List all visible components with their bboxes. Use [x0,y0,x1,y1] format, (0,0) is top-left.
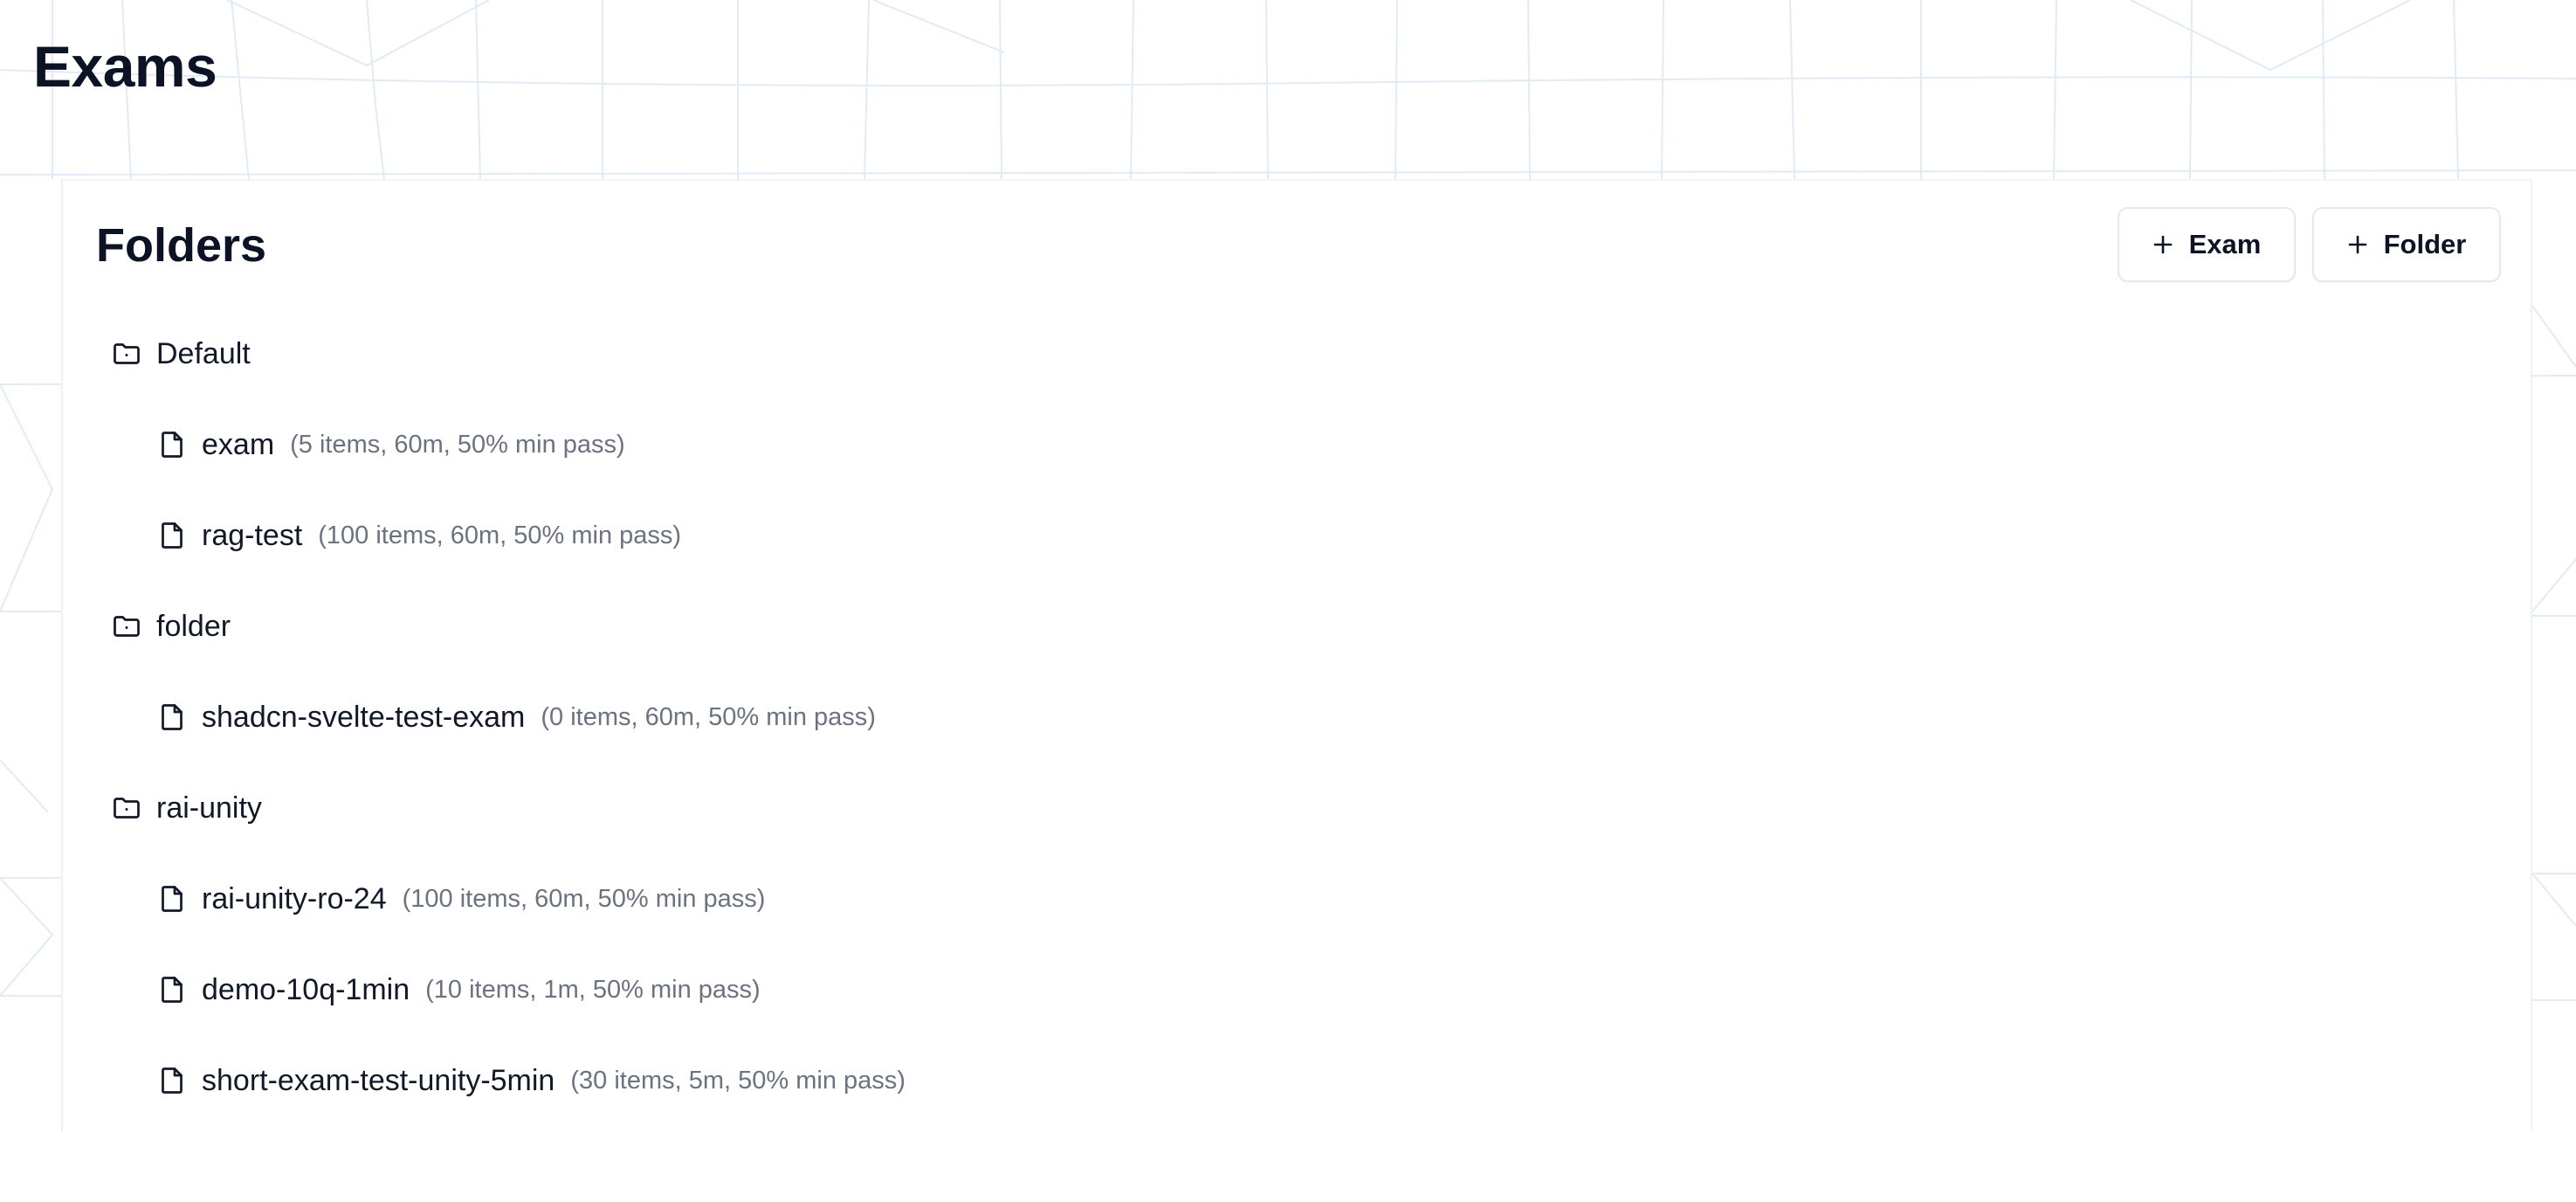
file-icon [162,977,183,1003]
exam-item[interactable]: short-exam-test-unity-5min (30 items, 5m… [156,1058,906,1103]
exam-name: rag-test [202,518,303,552]
exam-name: demo-10q-1min [202,972,410,1006]
plus-icon [2348,235,2366,254]
exam-meta: (0 items, 60m, 50% min pass) [541,702,876,731]
folder-name: folder [156,609,231,643]
exam-name: rai-unity-ro-24 [202,881,387,915]
folder-item-folder[interactable]: folder [111,604,231,649]
exam-meta: (100 items, 60m, 50% min pass) [402,884,766,913]
exam-meta: (5 items, 60m, 50% min pass) [290,430,625,459]
folder-name: rai-unity [156,791,262,825]
card-title: Folders [96,219,267,272]
exam-meta: (100 items, 60m, 50% min pass) [318,521,682,549]
page-title: Exams [33,34,217,99]
exam-item[interactable]: shadcn-svelte-test-exam (0 items, 60m, 5… [156,694,876,740]
exam-meta: (30 items, 5m, 50% min pass) [570,1066,906,1095]
folder-item-rai-unity[interactable]: rai-unity [111,785,262,831]
file-icon [162,886,183,912]
folder-icon [114,343,140,364]
exam-item[interactable]: exam (5 items, 60m, 50% min pass) [156,422,625,467]
plus-icon [2153,235,2172,254]
exam-name: exam [202,427,275,461]
folder-item-default[interactable]: Default [111,331,251,376]
exam-name: shadcn-svelte-test-exam [202,700,526,734]
file-icon [162,432,183,458]
exam-name: short-exam-test-unity-5min [202,1063,555,1097]
file-icon [162,522,183,549]
add-folder-button[interactable]: Folder [2312,207,2501,282]
folder-name: Default [156,336,251,370]
add-folder-label: Folder [2383,229,2467,259]
add-exam-label: Exam [2188,229,2262,259]
file-icon [162,1067,183,1094]
exam-item[interactable]: rai-unity-ro-24 (100 items, 60m, 50% min… [156,876,765,922]
folder-icon [114,616,140,637]
file-icon [162,704,183,730]
exam-item[interactable]: rag-test (100 items, 60m, 50% min pass) [156,513,681,558]
exam-meta: (10 items, 1m, 50% min pass) [425,975,761,1004]
folder-icon [114,798,140,819]
add-exam-button[interactable]: Exam [2118,207,2296,282]
folders-card: Folders Exam Folder Default exam (5 item… [61,179,2532,1131]
exam-item[interactable]: demo-10q-1min (10 items, 1m, 50% min pas… [156,967,761,1012]
